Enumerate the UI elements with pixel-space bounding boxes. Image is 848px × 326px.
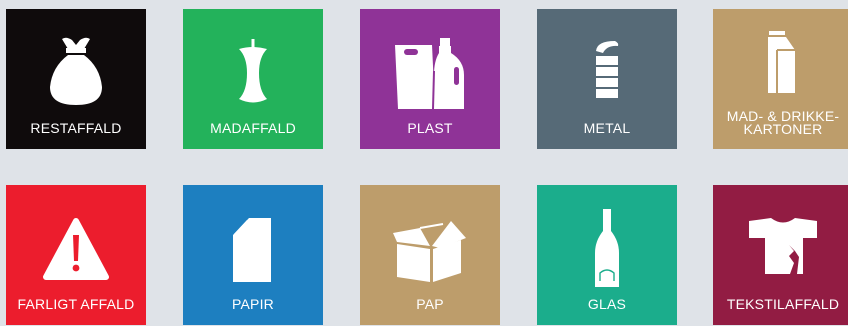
cardboard-box-icon xyxy=(360,185,500,295)
apple-core-icon xyxy=(183,9,323,119)
tile-label: GLAS xyxy=(587,296,627,312)
plastic-bottle-bag-icon xyxy=(360,9,500,119)
tile-label: MADAFFALD xyxy=(210,120,296,136)
trash-bag-icon xyxy=(6,9,146,119)
tile-label: FARLIGT AFFALD xyxy=(17,296,135,312)
tile-metal[interactable]: METAL xyxy=(537,9,677,149)
glass-bottle-icon xyxy=(537,185,677,295)
tile-label: PLAST xyxy=(407,120,453,136)
tile-madaffald[interactable]: MADAFFALD xyxy=(183,9,323,149)
tile-restaffald[interactable]: RESTAFFALD xyxy=(6,9,146,149)
tile-tekstilaffald[interactable]: TEKSTILAFFALD xyxy=(713,185,848,325)
tile-label: MAD- & DRIKKE- KARTONER xyxy=(713,109,848,137)
tile-mad-drikkekartoner[interactable]: MAD- & DRIKKE- KARTONER xyxy=(713,9,848,149)
milk-carton-icon xyxy=(713,9,848,119)
tile-label: METAL xyxy=(583,120,631,136)
tile-label-line2: KARTONER xyxy=(743,121,823,137)
tile-label: PAPIR xyxy=(232,296,274,312)
paper-sheet-icon xyxy=(183,185,323,295)
torn-tshirt-icon xyxy=(713,185,848,295)
warning-triangle-icon xyxy=(6,185,146,295)
tile-label: TEKSTILAFFALD xyxy=(726,296,840,312)
tile-glas[interactable]: GLAS xyxy=(537,185,677,325)
tile-pap[interactable]: PAP xyxy=(360,185,500,325)
tile-farligt-affald[interactable]: FARLIGT AFFALD xyxy=(6,185,146,325)
tile-label: PAP xyxy=(416,296,444,312)
tin-can-icon xyxy=(537,9,677,119)
tile-papir[interactable]: PAPIR xyxy=(183,185,323,325)
tile-label: RESTAFFALD xyxy=(30,120,122,136)
tile-plast[interactable]: PLAST xyxy=(360,9,500,149)
